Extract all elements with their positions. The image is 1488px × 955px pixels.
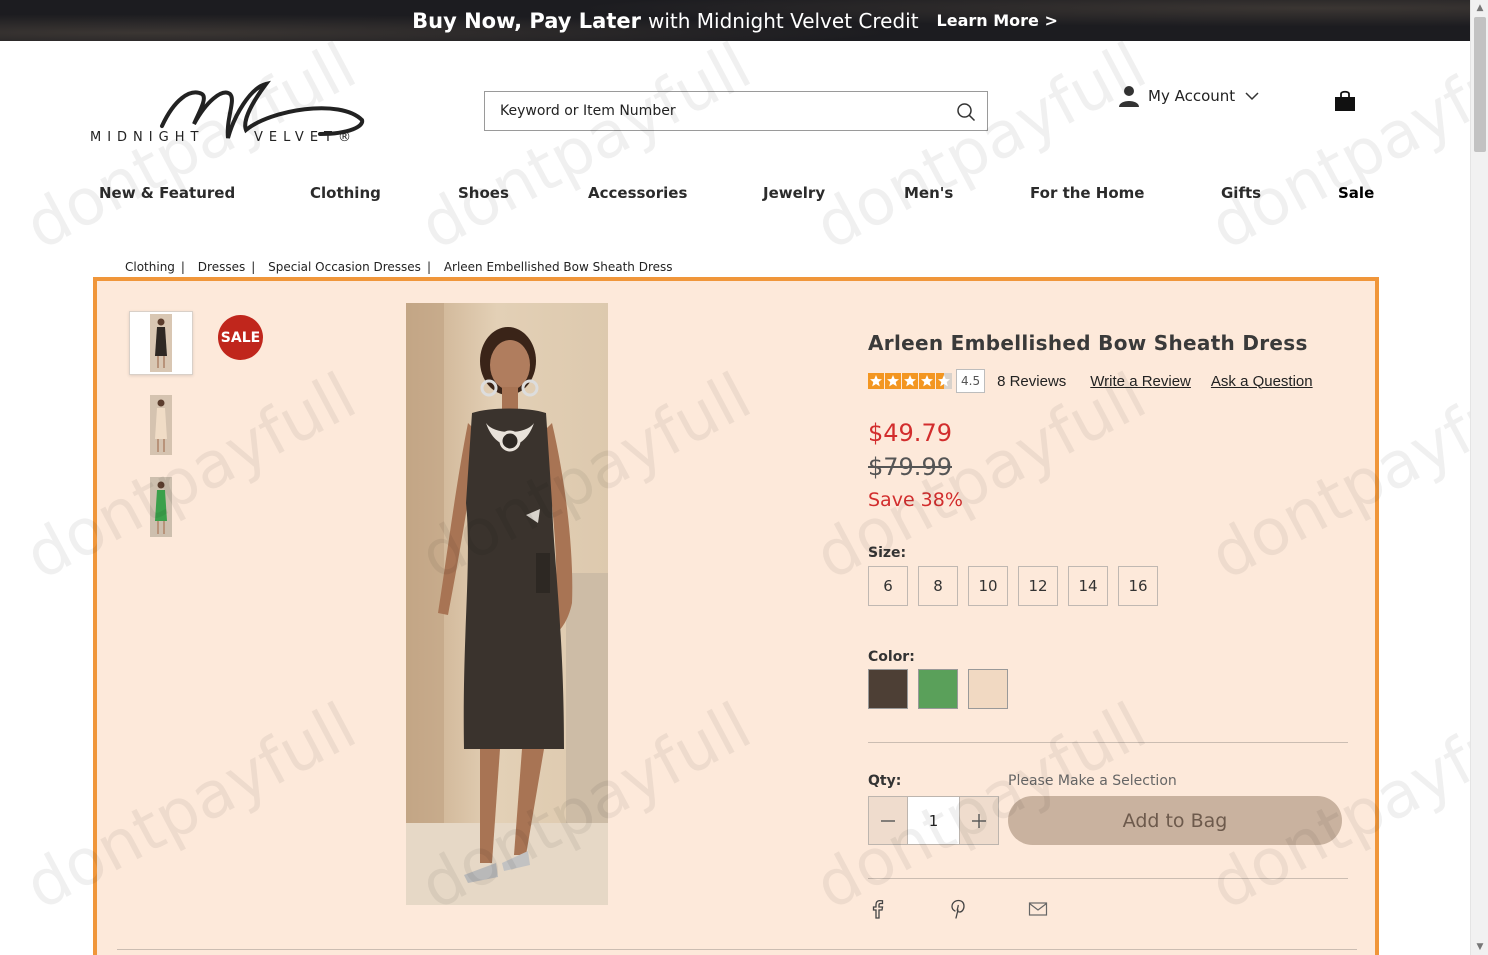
promo-banner[interactable]: Buy Now, Pay Later with Midnight Velvet …	[0, 0, 1470, 41]
breadcrumb-separator: |	[426, 260, 431, 274]
qty-label: Qty:	[868, 773, 902, 789]
original-price: $79.99	[868, 453, 952, 481]
write-review-link[interactable]: Write a Review	[1090, 373, 1191, 390]
divider	[868, 742, 1348, 743]
size-label: Size:	[868, 545, 907, 561]
product-title: Arleen Embellished Bow Sheath Dress	[868, 331, 1308, 355]
size-option-12[interactable]: 12	[1018, 566, 1058, 606]
facebook-icon[interactable]	[868, 899, 888, 919]
breadcrumb-special-occasion[interactable]: Special Occasion Dresses	[268, 260, 421, 274]
thumbnail-black-dress[interactable]	[129, 311, 193, 375]
breadcrumb-separator: |	[251, 260, 256, 274]
size-option-16[interactable]: 16	[1118, 566, 1158, 606]
sale-badge: SALE	[218, 315, 263, 360]
plus-icon	[972, 813, 986, 828]
ask-question-link[interactable]: Ask a Question	[1211, 373, 1313, 390]
promo-headline: Buy Now, Pay Later	[412, 8, 641, 33]
size-option-8[interactable]: 8	[918, 566, 958, 606]
breadcrumb-separator: |	[180, 260, 185, 274]
chevron-down-icon	[1245, 92, 1259, 101]
scrollbar-thumb[interactable]	[1474, 17, 1486, 152]
nav-new-featured[interactable]: New & Featured	[99, 184, 235, 202]
product-info: Arleen Embellished Bow Sheath Dress 4.5 …	[868, 331, 1358, 919]
midnight-velvet-logo[interactable]: MIDNIGHT VELVET®	[90, 80, 370, 150]
watermark: dontpayfull	[803, 29, 1159, 265]
size-option-6[interactable]: 6	[868, 566, 908, 606]
nav-accessories[interactable]: Accessories	[588, 184, 687, 202]
rating-value: 4.5	[956, 369, 986, 393]
qty-input[interactable]	[908, 796, 959, 845]
selection-message: Please Make a Selection	[1008, 773, 1177, 789]
learn-more-link[interactable]: Learn More >	[937, 11, 1058, 30]
breadcrumb-clothing[interactable]: Clothing	[125, 260, 175, 274]
watermark: dontpayfull	[408, 29, 764, 265]
breadcrumb: Clothing | Dresses | Special Occasion Dres…	[125, 260, 679, 274]
color-label: Color:	[868, 649, 915, 665]
star-full-icon	[919, 373, 935, 389]
save-percent: Save 38%	[868, 489, 963, 511]
color-swatch-black[interactable]	[868, 669, 908, 709]
nav-jewelry[interactable]: Jewelry	[763, 184, 825, 202]
nav-for-the-home[interactable]: For the Home	[1030, 184, 1144, 202]
size-options: 6 8 10 12 14 16	[868, 566, 1168, 606]
nav-shoes[interactable]: Shoes	[458, 184, 509, 202]
color-swatch-nude[interactable]	[968, 669, 1008, 709]
star-full-icon	[902, 373, 918, 389]
bottom-divider	[117, 949, 1357, 950]
rating-stars	[868, 373, 953, 389]
qty-decrease-button[interactable]	[868, 796, 908, 845]
star-full-icon	[868, 373, 884, 389]
vertical-scrollbar[interactable]: ▲ ▼	[1470, 0, 1488, 955]
thumbnail-nude-dress[interactable]	[138, 395, 184, 455]
user-icon	[1119, 86, 1139, 107]
sale-price: $49.79	[868, 419, 952, 447]
breadcrumb-dresses[interactable]: Dresses	[198, 260, 245, 274]
page: Buy Now, Pay Later with Midnight Velvet …	[0, 0, 1488, 955]
search-box	[484, 91, 988, 131]
thumbnail-image	[150, 477, 172, 537]
qty-increase-button[interactable]	[959, 796, 999, 845]
star-full-icon	[885, 373, 901, 389]
quantity-stepper	[868, 796, 999, 845]
breadcrumb-current: Arleen Embellished Bow Sheath Dress	[443, 260, 673, 274]
search-input[interactable]	[485, 92, 925, 130]
thumbnail-image	[150, 314, 172, 372]
logo-word-velvet: VELVET®	[254, 130, 357, 145]
thumbnail-green-dress[interactable]	[138, 477, 184, 537]
star-half-icon	[936, 373, 952, 389]
thumbnail-image	[150, 395, 172, 455]
rating-row: 4.5 8 Reviews Write a Review Ask a Quest…	[868, 369, 1313, 393]
product-panel: SALE Arleen Embellished Bow Sheath Dress…	[93, 277, 1379, 955]
search-icon[interactable]	[956, 102, 976, 122]
color-swatch-green[interactable]	[918, 669, 958, 709]
add-to-bag-button[interactable]: Add to Bag	[1008, 796, 1342, 845]
product-main-image[interactable]	[406, 303, 608, 905]
minus-icon	[881, 819, 895, 822]
scroll-up-icon[interactable]: ▲	[1471, 0, 1488, 16]
color-options	[868, 669, 1018, 709]
my-account-label: My Account	[1148, 87, 1236, 105]
logo-word-midnight: MIDNIGHT	[90, 130, 205, 145]
shopping-bag-icon[interactable]	[1334, 88, 1356, 112]
divider	[868, 878, 1348, 879]
nav-clothing[interactable]: Clothing	[310, 184, 381, 202]
my-account-menu[interactable]: My Account	[1118, 84, 1259, 108]
share-row	[868, 899, 1108, 919]
scroll-down-icon[interactable]: ▼	[1471, 939, 1488, 955]
watermark: dontpayfull	[1198, 29, 1488, 265]
nav-mens[interactable]: Men's	[904, 184, 953, 202]
size-option-10[interactable]: 10	[968, 566, 1008, 606]
size-option-14[interactable]: 14	[1068, 566, 1108, 606]
product-photo	[406, 303, 608, 905]
main-nav: New & Featured Clothing Shoes Accessorie…	[0, 184, 1470, 206]
promo-text: with Midnight Velvet Credit	[647, 8, 919, 33]
reviews-count[interactable]: 8 Reviews	[997, 373, 1066, 390]
email-icon[interactable]	[1028, 899, 1048, 919]
pinterest-icon[interactable]	[948, 899, 968, 919]
nav-sale[interactable]: Sale	[1338, 184, 1374, 202]
nav-gifts[interactable]: Gifts	[1221, 184, 1261, 202]
